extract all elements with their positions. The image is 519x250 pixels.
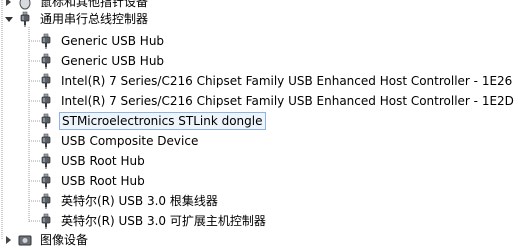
tree-item-label: 图像设备 bbox=[40, 233, 89, 247]
device-label: USB Root Hub bbox=[61, 154, 145, 168]
expand-arrow-icon[interactable] bbox=[4, 0, 14, 7]
device-label: 英特尔(R) USB 3.0 根集线器 bbox=[61, 194, 218, 208]
tree-item-device[interactable]: Generic USB Hub bbox=[38, 51, 166, 71]
device-label: Generic USB Hub bbox=[61, 34, 165, 48]
usb-plug-icon bbox=[38, 113, 54, 129]
device-label: Intel(R) 7 Series/C216 Chipset Family US… bbox=[61, 94, 514, 108]
usb-plug-icon bbox=[38, 193, 54, 209]
device-label: USB Composite Device bbox=[61, 134, 199, 148]
device-tree: 鼠标和其他指针设备 通用串行总线控制器 Generic USB Hub Gene… bbox=[0, 0, 519, 247]
device-label: Generic USB Hub bbox=[61, 54, 165, 68]
collapse-arrow-icon[interactable] bbox=[4, 14, 14, 24]
camera-icon bbox=[17, 232, 33, 248]
tree-item-device[interactable]: Intel(R) 7 Series/C216 Chipset Family US… bbox=[38, 71, 514, 91]
usb-plug-icon bbox=[17, 11, 33, 27]
usb-plug-icon bbox=[38, 33, 54, 49]
expand-arrow-icon[interactable] bbox=[4, 235, 14, 245]
tree-item-device[interactable]: 英特尔(R) USB 3.0 根集线器 bbox=[38, 191, 220, 211]
usb-plug-icon bbox=[38, 133, 54, 149]
device-label: STMicroelectronics STLink dongle bbox=[59, 112, 266, 130]
tree-item-imaging-category[interactable]: 图像设备 bbox=[4, 230, 90, 250]
tree-item-device[interactable]: USB Root Hub bbox=[38, 151, 147, 171]
tree-item-device[interactable]: Intel(R) 7 Series/C216 Chipset Family US… bbox=[38, 91, 516, 111]
device-label: 英特尔(R) USB 3.0 可扩展主机控制器 bbox=[61, 214, 266, 228]
usb-plug-icon bbox=[38, 153, 54, 169]
usb-plug-icon bbox=[38, 213, 54, 229]
usb-plug-icon bbox=[38, 53, 54, 69]
device-label: Intel(R) 7 Series/C216 Chipset Family US… bbox=[61, 74, 513, 88]
tree-item-device[interactable]: USB Root Hub bbox=[38, 171, 147, 191]
usb-plug-icon bbox=[38, 73, 54, 89]
tree-item-device[interactable]: 英特尔(R) USB 3.0 可扩展主机控制器 bbox=[38, 211, 268, 231]
tree-item-device[interactable]: Generic USB Hub bbox=[38, 31, 166, 51]
usb-plug-icon bbox=[38, 173, 54, 189]
usb-plug-icon bbox=[38, 93, 54, 109]
tree-item-device[interactable]: USB Composite Device bbox=[38, 131, 200, 151]
device-label: USB Root Hub bbox=[61, 174, 145, 188]
tree-item-usb-category[interactable]: 通用串行总线控制器 bbox=[4, 9, 150, 29]
tree-item-label: 通用串行总线控制器 bbox=[40, 12, 149, 26]
tree-item-device-selected[interactable]: STMicroelectronics STLink dongle bbox=[38, 111, 266, 131]
